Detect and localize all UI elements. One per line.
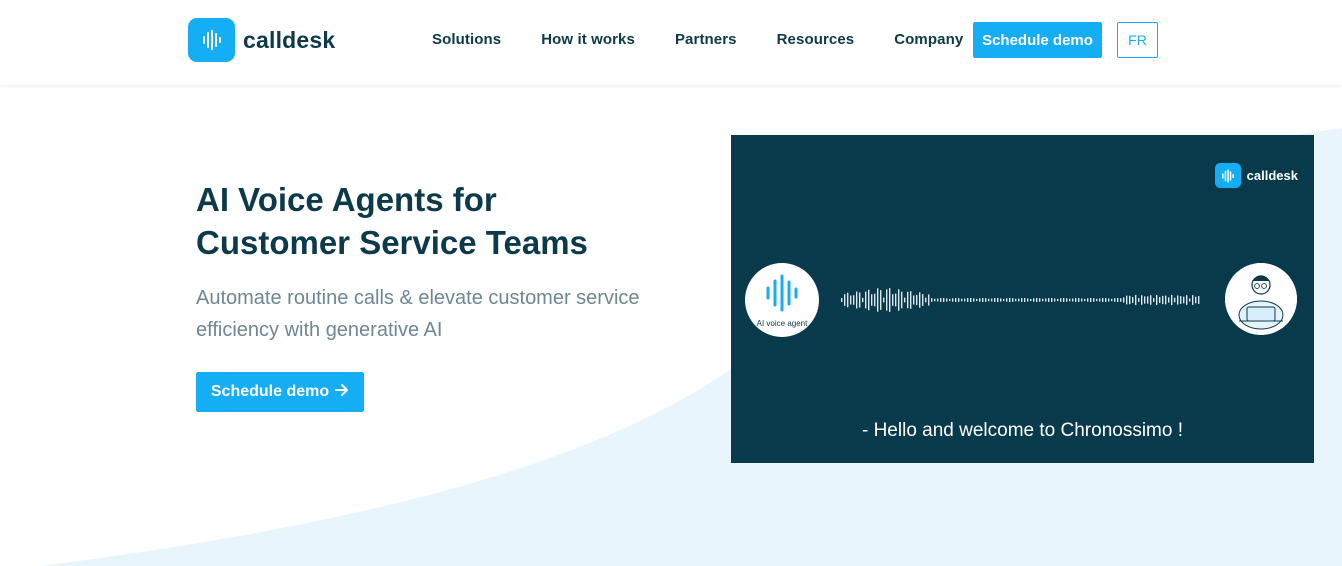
ai-voice-agent-avatar: AI voice agent xyxy=(745,263,819,337)
nav-item-solutions[interactable]: Solutions xyxy=(432,31,501,48)
nav-item-how-it-works[interactable]: How it works xyxy=(541,31,635,48)
hero-title-line-2: Customer Service Teams xyxy=(196,224,588,261)
brand-name: calldesk xyxy=(243,26,336,53)
person-at-laptop-icon xyxy=(1225,263,1297,335)
ai-voice-agent-label: AI voice agent xyxy=(756,318,808,328)
schedule-demo-button[interactable]: Schedule demo xyxy=(973,22,1102,58)
brand-logo[interactable]: calldesk xyxy=(188,18,335,62)
soundwave-icon xyxy=(762,273,802,318)
arrow-right-icon xyxy=(335,382,349,402)
language-switch-button[interactable]: FR xyxy=(1117,22,1158,58)
nav-item-company[interactable]: Company xyxy=(894,31,963,48)
audio-waveform xyxy=(841,288,1200,312)
hero-subtitle: Automate routine calls & elevate custome… xyxy=(196,282,696,346)
site-header: calldesk Solutions How it works Partners… xyxy=(0,0,1342,85)
customer-avatar xyxy=(1225,263,1297,335)
video-caption: - Hello and welcome to Chronossimo ! xyxy=(861,420,1184,441)
hero-title: AI Voice Agents for Customer Service Tea… xyxy=(196,178,696,264)
nav-item-resources[interactable]: Resources xyxy=(777,31,855,48)
nav-item-partners[interactable]: Partners xyxy=(675,31,737,48)
demo-video[interactable]: calldesk AI voice agent - Hello and welc… xyxy=(731,135,1314,463)
hero-subtitle-line-1: Automate routine calls & elevate custome… xyxy=(196,287,640,309)
hero-schedule-demo-button[interactable]: Schedule demo xyxy=(196,372,364,412)
soundwave-logo-icon xyxy=(188,18,235,62)
video-logo-text: calldesk xyxy=(1246,168,1298,183)
video-brand-logo: calldesk xyxy=(1214,163,1298,188)
hero-cta-label: Schedule demo xyxy=(210,383,330,400)
hero-title-line-1: AI Voice Agents for xyxy=(196,181,497,218)
soundwave-logo-icon xyxy=(1214,163,1241,188)
main-nav: Solutions How it works Partners Resource… xyxy=(432,31,1003,48)
hero-subtitle-line-2: efficiency with generative AI xyxy=(196,319,443,341)
